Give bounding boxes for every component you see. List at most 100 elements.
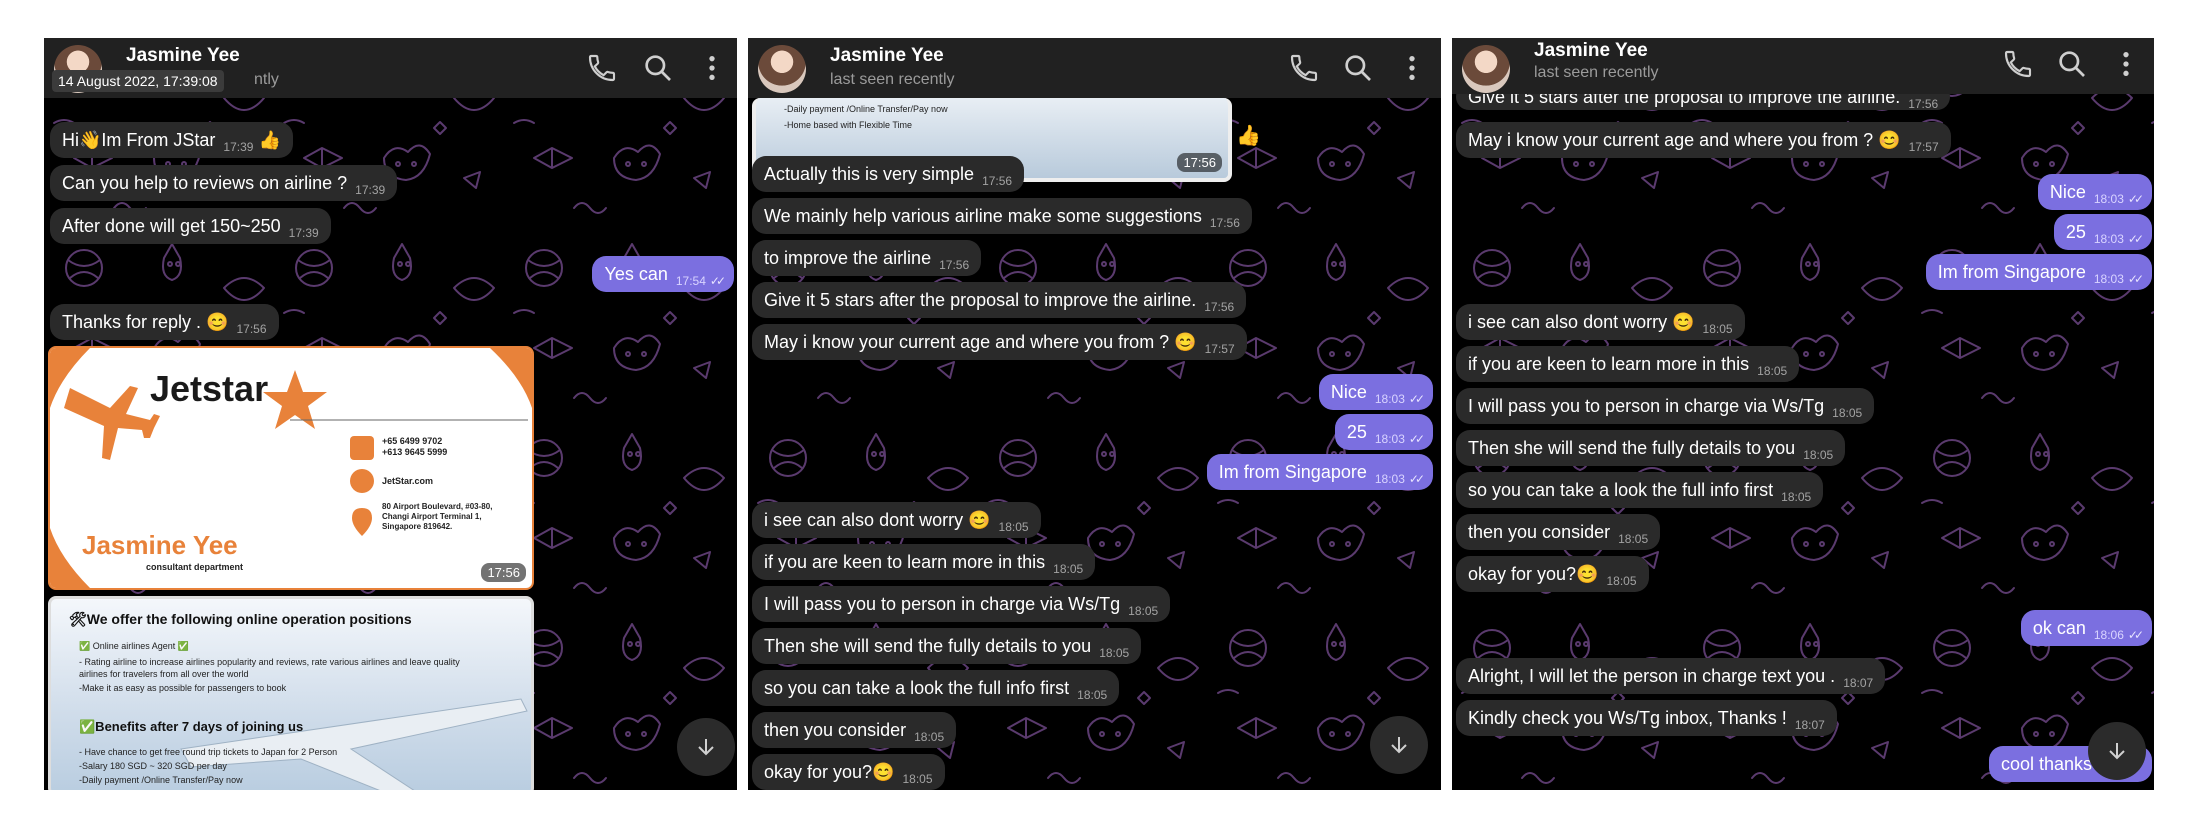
- message-bubble-outgoing[interactable]: Nice 18:03 ✓✓: [2037, 174, 2152, 210]
- message-bubble[interactable]: to improve the airline 17:56: [752, 240, 982, 276]
- message-time: 17:39: [355, 183, 386, 197]
- avatar[interactable]: [758, 45, 806, 93]
- message-bubble-outgoing[interactable]: Nice 18:03 ✓✓: [1318, 374, 1433, 410]
- message-bubble[interactable]: I will pass you to person in charge via …: [1456, 388, 1875, 424]
- avatar[interactable]: [1462, 45, 1510, 93]
- message-text: to improve the airline: [764, 248, 932, 268]
- message-bubble[interactable]: Then she will send the fully details to …: [1456, 430, 1846, 466]
- message-bubble[interactable]: After done will get 150~250 17:39: [50, 208, 331, 244]
- message-bubble-outgoing[interactable]: Im from Singapore 18:03 ✓✓: [1925, 254, 2152, 290]
- benefit-line: - Have chance to get free round trip tic…: [79, 747, 338, 757]
- card-phones: +65 6499 9702 +613 9645 5999: [382, 436, 448, 457]
- message-text: Im from Singapore: [1937, 262, 2086, 282]
- message-time: 17:57: [1204, 342, 1235, 356]
- message-time: 17:56: [1908, 97, 1939, 111]
- contact-name[interactable]: Jasmine Yee: [126, 45, 240, 67]
- scroll-down-button[interactable]: [1370, 716, 1428, 774]
- message-time: 18:03: [1374, 472, 1405, 486]
- scroll-down-button[interactable]: [2088, 722, 2146, 780]
- message-text: 25: [2065, 222, 2086, 242]
- more-vert-icon[interactable]: [2110, 48, 2142, 80]
- message-text: Yes can: [604, 264, 668, 284]
- offer-line: ✅ Online airlines Agent ✅: [79, 641, 189, 651]
- message-bubble-outgoing[interactable]: Yes can 17:54 ✓✓: [592, 256, 734, 292]
- message-text: ok can: [2032, 618, 2086, 638]
- message-text: i see can also dont worry 😊: [764, 510, 991, 530]
- message-bubble[interactable]: if you are keen to learn more in this 18:…: [1456, 346, 1800, 382]
- message-text: then you consider: [764, 720, 907, 740]
- more-vert-icon[interactable]: [1396, 52, 1428, 84]
- chat-panel-3: Jasmine Yee last seen recently Give it 5…: [1452, 38, 2154, 790]
- message-bubble[interactable]: i see can also dont worry 😊 18:05: [752, 502, 1041, 538]
- message-time: 18:07: [1843, 676, 1874, 690]
- message-text: so you can take a look the full info fir…: [1468, 480, 1774, 500]
- search-icon[interactable]: [642, 52, 674, 84]
- message-bubble[interactable]: I will pass you to person in charge via …: [752, 586, 1171, 622]
- message-text: Kindly check you Ws/Tg inbox, Thanks !: [1468, 708, 1787, 728]
- chat-header: Jasmine Yee last seen recently: [1452, 38, 2154, 94]
- search-icon[interactable]: [2056, 48, 2088, 80]
- message-bubble[interactable]: Actually this is very simple 17:56: [752, 156, 1025, 192]
- phone-icon[interactable]: [1288, 52, 1320, 84]
- contact-name[interactable]: Jasmine Yee: [830, 45, 944, 67]
- message-text: 25: [1346, 422, 1367, 442]
- message-bubble-outgoing[interactable]: Im from Singapore 18:03 ✓✓: [1206, 454, 1433, 490]
- message-text: if you are keen to learn more in this: [1468, 354, 1750, 374]
- message-time: 18:05: [1099, 646, 1130, 660]
- message-bubble-outgoing[interactable]: 25 18:03 ✓✓: [2053, 214, 2152, 250]
- message-bubble[interactable]: so you can take a look the full info fir…: [1456, 472, 1824, 508]
- contact-status: last seen recently: [1534, 64, 1659, 81]
- message-time: 17:56: [1209, 216, 1240, 230]
- contact-status: ntly: [254, 71, 279, 88]
- contact-name[interactable]: Jasmine Yee: [1534, 40, 1648, 62]
- message-bubble[interactable]: if you are keen to learn more in this 18:…: [752, 544, 1096, 580]
- message-text: Hi👋Im From JStar: [62, 130, 216, 150]
- phone-icon[interactable]: [2002, 48, 2034, 80]
- message-bubble[interactable]: so you can take a look the full info fir…: [752, 670, 1120, 706]
- image-time: 17:56: [1177, 153, 1222, 172]
- message-bubble[interactable]: Alright, I will let the person in charge…: [1456, 658, 1886, 694]
- message-time: 18:05: [902, 772, 933, 786]
- message-bubble[interactable]: Then she will send the fully details to …: [752, 628, 1142, 664]
- message-bubble-outgoing[interactable]: 25 18:03 ✓✓: [1334, 414, 1433, 450]
- message-time: 17:39: [288, 226, 319, 240]
- search-icon[interactable]: [1342, 52, 1374, 84]
- double-check-icon: ✓✓: [1408, 432, 1425, 446]
- message-time: 17:54: [675, 274, 706, 288]
- message-bubble[interactable]: then you consider 18:05: [752, 712, 957, 748]
- message-text: Then she will send the fully details to …: [1468, 438, 1796, 458]
- message-text: so you can take a look the full info fir…: [764, 678, 1070, 698]
- message-text: Nice: [1330, 382, 1367, 402]
- message-time: 18:03: [2093, 192, 2124, 206]
- message-bubble[interactable]: May i know your current age and where yo…: [752, 324, 1247, 360]
- message-bubble[interactable]: Thanks for reply . 😊 17:56: [50, 304, 279, 340]
- message-bubble-outgoing[interactable]: ok can 18:06 ✓✓: [2020, 610, 2152, 646]
- more-vert-icon[interactable]: [696, 52, 728, 84]
- message-time: 17:39: [223, 140, 254, 154]
- message-bubble[interactable]: okay for you?😊 18:05: [1456, 556, 1649, 592]
- message-bubble[interactable]: May i know your current age and where yo…: [1456, 122, 1951, 158]
- phone-icon[interactable]: [586, 52, 618, 84]
- message-time: 18:05: [1757, 364, 1788, 378]
- message-bubble[interactable]: Hi👋Im From JStar 17:39 👍: [50, 122, 293, 158]
- message-text: Nice: [2049, 182, 2086, 202]
- message-bubble[interactable]: i see can also dont worry 😊 18:05: [1456, 304, 1745, 340]
- business-card-image[interactable]: Jetstar +65 6499 9702 +613 9645 5999 Jet…: [48, 346, 534, 590]
- message-bubble[interactable]: Give it 5 stars after the proposal to im…: [752, 282, 1247, 318]
- message-bubble[interactable]: Can you help to reviews on airline ? 17:3…: [50, 165, 398, 201]
- scroll-down-button[interactable]: [677, 718, 735, 776]
- message-time: 18:05: [914, 730, 945, 744]
- message-time: 18:05: [1702, 322, 1733, 336]
- offer-poster-image[interactable]: 🛠We offer the following online operation…: [48, 596, 534, 790]
- message-time: 17:56: [1204, 300, 1235, 314]
- message-text: After done will get 150~250: [62, 216, 281, 236]
- message-bubble[interactable]: okay for you?😊 18:05: [752, 754, 945, 790]
- message-text: Actually this is very simple: [764, 164, 975, 184]
- offer-line: - Rating airline to increase airlines po…: [79, 657, 460, 667]
- message-text: Then she will send the fully details to …: [764, 636, 1092, 656]
- message-time: 18:05: [1618, 532, 1649, 546]
- message-bubble[interactable]: then you consider 18:05: [1456, 514, 1661, 550]
- message-bubble[interactable]: We mainly help various airline make some…: [752, 198, 1252, 234]
- message-text: cool thanks: [2000, 754, 2092, 774]
- message-bubble[interactable]: Kindly check you Ws/Tg inbox, Thanks ! 18…: [1456, 700, 1837, 736]
